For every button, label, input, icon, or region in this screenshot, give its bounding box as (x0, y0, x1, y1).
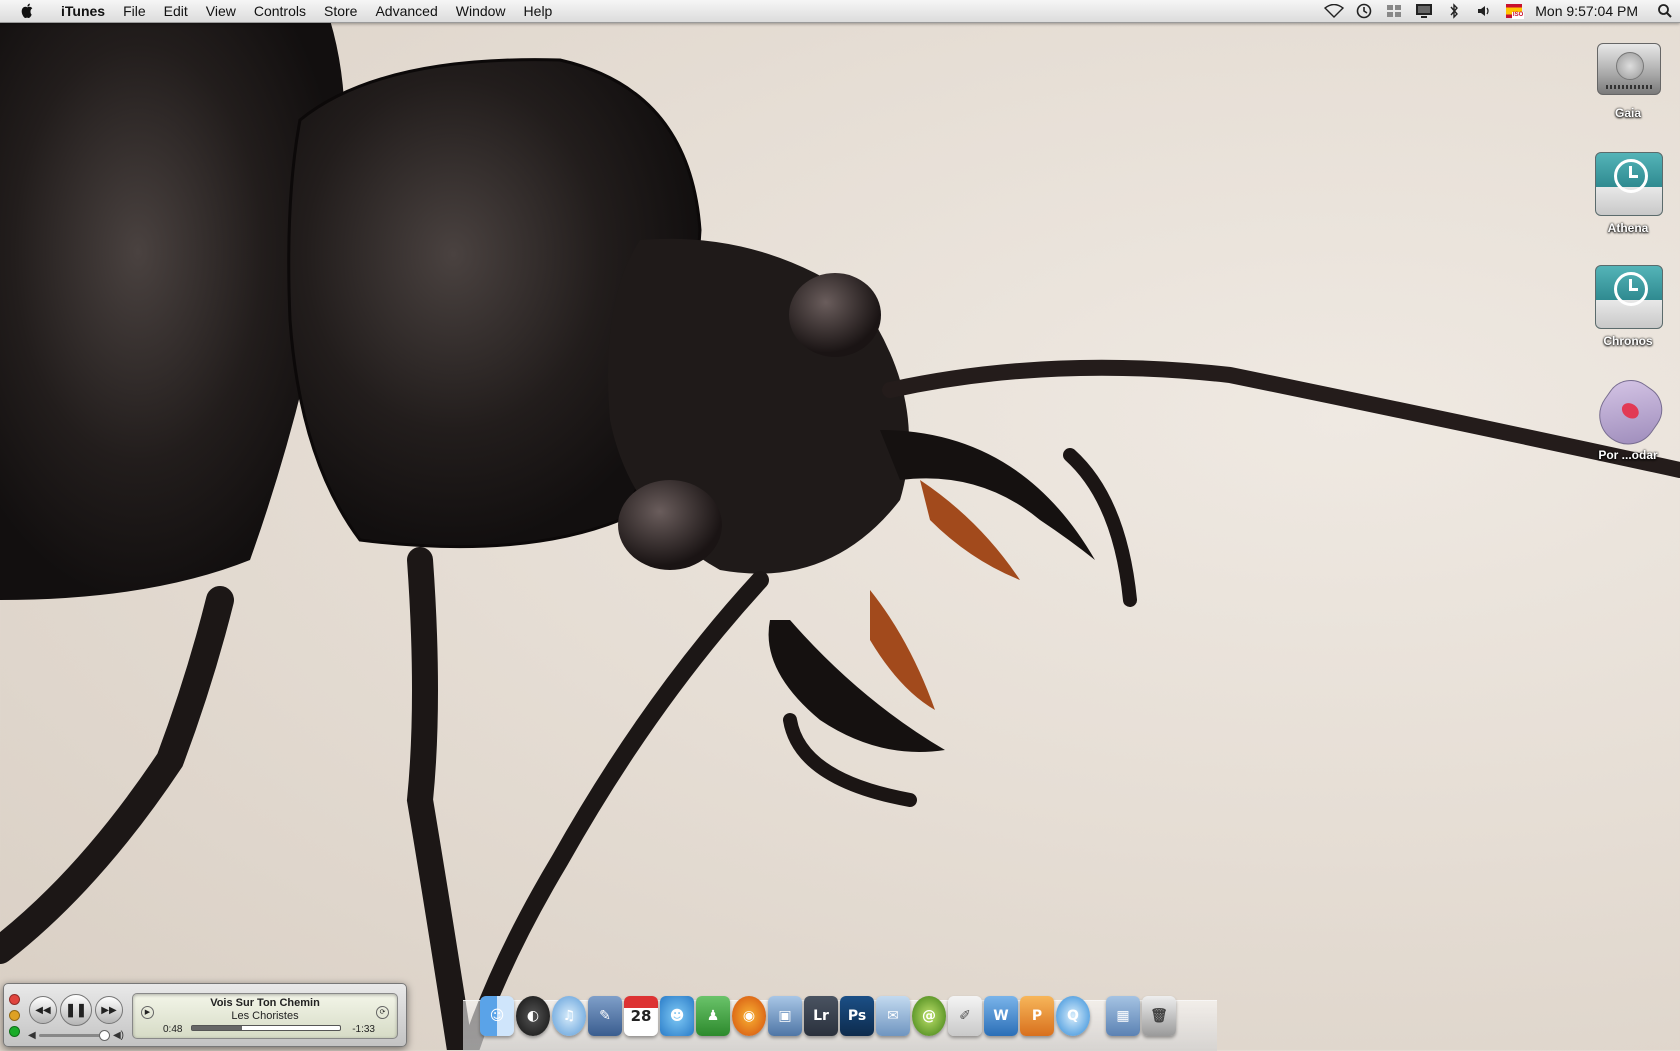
volume-slider[interactable]: ◀ ◀) (28, 1029, 124, 1041)
quicktime-icon[interactable]: Q (1056, 996, 1090, 1036)
menubar-clock[interactable]: Mon 9:57:04 PM (1529, 3, 1650, 19)
display-icon[interactable] (1409, 0, 1439, 22)
mail-icon[interactable]: ✉ (876, 996, 910, 1036)
desktop-icon-chronos[interactable]: Chronos (1583, 261, 1673, 348)
pause-icon: ❚❚ (65, 1002, 87, 1017)
close-button[interactable] (9, 994, 20, 1005)
trash-icon[interactable]: 🗑 (1142, 996, 1176, 1036)
minimize-button[interactable] (9, 1010, 20, 1021)
itunes-icon[interactable]: ♫ (552, 996, 586, 1036)
ichat-icon[interactable]: ☻ (660, 996, 694, 1036)
menu-edit[interactable]: Edit (155, 0, 197, 22)
desktop-wallpaper (0, 20, 1680, 1050)
hard-drive-icon (1593, 33, 1663, 103)
dock-separator (1092, 996, 1104, 1036)
desktop-icon-label: Athena (1607, 221, 1649, 235)
remaining-time: -1:33 (352, 1024, 375, 1035)
menu-help[interactable]: Help (515, 0, 562, 22)
playback-progress-bar[interactable] (191, 1025, 341, 1031)
powerpoint-icon[interactable]: P (1020, 996, 1054, 1036)
finder-icon[interactable]: ☺ (480, 996, 514, 1036)
photoshop-icon[interactable]: Ps (840, 996, 874, 1036)
spotlight-search-icon[interactable] (1650, 0, 1680, 22)
menu-file[interactable]: File (114, 0, 155, 22)
preview-icon[interactable]: ✎ (588, 996, 622, 1036)
volume-low-icon: ◀ (28, 1029, 36, 1041)
ical-day: 28 (630, 1007, 652, 1025)
photoshop-label: Ps (847, 1008, 867, 1024)
menu-store[interactable]: Store (315, 0, 366, 22)
address-book-icon[interactable]: ♟ (696, 996, 730, 1036)
desktop-icon-por-odar[interactable]: Por ...odar (1583, 370, 1673, 462)
pause-button[interactable]: ❚❚ (60, 994, 92, 1026)
input-source-flag-icon[interactable]: ISO (1499, 0, 1529, 22)
menu-view[interactable]: View (197, 0, 245, 22)
playback-progress-fill (192, 1026, 243, 1030)
spaces-icon[interactable] (1379, 0, 1409, 22)
applications-stack-icon[interactable]: ▦ (1106, 996, 1140, 1036)
artist-name: Les Choristes (231, 1010, 299, 1022)
lightroom-icon[interactable]: Lr (804, 996, 838, 1036)
spiral-app-icon[interactable]: @ (912, 996, 946, 1036)
previous-track-button[interactable]: ◀◀ (29, 996, 57, 1024)
zoom-button[interactable] (9, 1026, 20, 1037)
desktop-icon-label: Gaia (1614, 106, 1641, 120)
fast-forward-icon: ▶▶ (101, 1004, 117, 1016)
app-menu[interactable]: iTunes (52, 0, 114, 22)
time-machine-drive-icon (1593, 261, 1663, 331)
next-track-button[interactable]: ▶▶ (95, 996, 123, 1024)
menu-bar: iTunes File Edit View Controls Store Adv… (0, 0, 1680, 23)
rewind-icon: ◀◀ (35, 1004, 51, 1016)
mouse-pad-icon (1587, 370, 1673, 456)
volume-knob[interactable] (98, 1029, 110, 1041)
iphoto-icon[interactable]: ▣ (768, 996, 802, 1036)
wifi-icon[interactable] (1319, 0, 1349, 22)
menu-advanced[interactable]: Advanced (366, 0, 446, 22)
bluetooth-icon[interactable] (1439, 0, 1469, 22)
time-machine-drive-icon (1593, 148, 1663, 218)
desktop-icon-label: Por ...odar (1598, 448, 1658, 462)
song-title: Vois Sur Ton Chemin (210, 997, 320, 1009)
word-icon[interactable]: W (984, 996, 1018, 1036)
firefox-icon[interactable]: ◉ (732, 996, 766, 1036)
ical-icon[interactable]: 28 (624, 996, 658, 1036)
desktop-icon-gaia[interactable]: Gaia (1583, 33, 1673, 120)
desktop-icon-athena[interactable]: Athena (1583, 148, 1673, 235)
now-playing-display: ▶ Vois Sur Ton Chemin Les Choristes 0:48… (132, 993, 398, 1039)
display-mode-icon[interactable]: ⟳ (376, 1006, 389, 1019)
lightroom-label: Lr (813, 1008, 829, 1024)
menu-window[interactable]: Window (447, 0, 515, 22)
apple-menu-icon[interactable] (16, 0, 38, 22)
volume-high-icon: ◀) (112, 1029, 124, 1041)
input-source-badge: ISO (1511, 12, 1525, 19)
desktop-icon-label: Chronos (1603, 334, 1653, 348)
pages-icon[interactable]: ✐ (948, 996, 982, 1036)
menu-controls[interactable]: Controls (245, 0, 315, 22)
itunes-mini-player: ◀◀ ❚❚ ▶▶ ◀ ◀) ▶ Vois Sur Ton Chemin Les … (3, 983, 407, 1047)
time-machine-icon[interactable] (1349, 0, 1379, 22)
volume-icon[interactable] (1469, 0, 1499, 22)
dock-icons: ☺ ◐ ♫ ✎ 28 ☻ ♟ ◉ ▣ Lr Ps ✉ @ ✐ W P Q ▦ 🗑 (480, 996, 1176, 1036)
elapsed-time: 0:48 (163, 1024, 183, 1035)
dashboard-icon[interactable]: ◐ (516, 996, 550, 1036)
